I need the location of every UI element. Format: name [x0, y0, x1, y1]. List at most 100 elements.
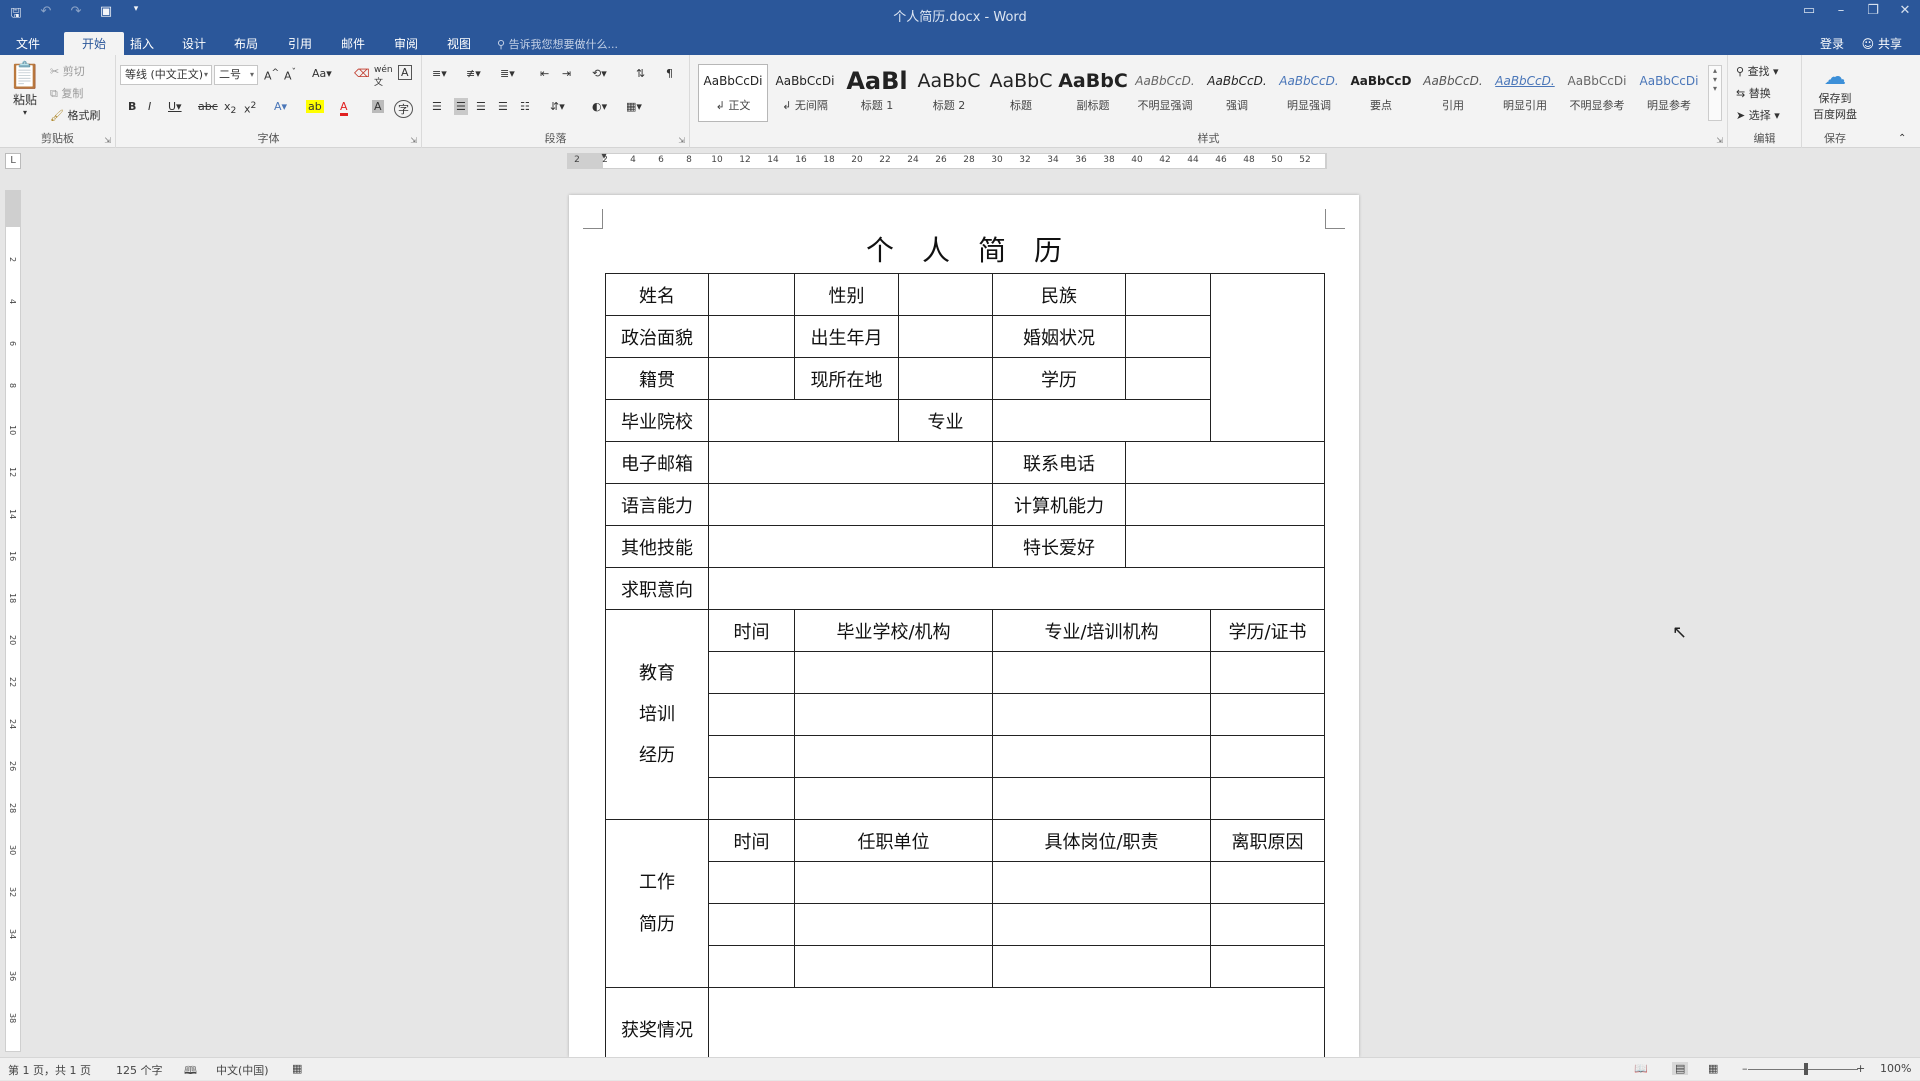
tab-design[interactable]: 设计 [174, 33, 214, 54]
table-cell[interactable] [708, 903, 795, 946]
word-count[interactable]: 125 个字 [116, 1062, 163, 1078]
bold-icon[interactable]: B [128, 100, 136, 113]
dialog-launcher-icon[interactable]: ⇲ [410, 136, 417, 145]
table-cell[interactable] [992, 945, 1211, 988]
education-label-cell[interactable]: 教育 培训 经历 [605, 609, 709, 820]
table-cell[interactable] [794, 693, 993, 736]
tab-selector[interactable]: L [5, 153, 21, 169]
copy-button[interactable]: ⧉ 复制 [50, 85, 83, 101]
web-layout-icon[interactable]: ▦ [1708, 1062, 1718, 1075]
share-button[interactable]: ☺ 共享 [1862, 35, 1902, 52]
character-border-icon[interactable]: A [398, 65, 412, 80]
sort-icon[interactable]: ⇅ [636, 67, 645, 80]
table-cell[interactable]: 联系电话 [992, 441, 1126, 484]
style-strong[interactable]: AaBbCcD 要点 [1346, 65, 1416, 121]
font-color-icon[interactable]: A [340, 100, 348, 116]
table-header-cell[interactable]: 具体岗位/职责 [992, 819, 1211, 862]
dialog-launcher-icon[interactable]: ⇲ [678, 136, 685, 145]
vertical-ruler[interactable]: 2 4 6 8 10 12 14 16 18 20 22 24 26 28 30 32 34 36 38 [5, 190, 21, 1052]
collapse-ribbon-icon[interactable]: ⌃ [1898, 133, 1906, 144]
style-heading-2[interactable]: AaBbC 标题 2 [914, 65, 984, 121]
style-intense-reference[interactable]: AaBbCcDi 明显参考 [1634, 65, 1704, 121]
table-cell[interactable] [708, 273, 795, 316]
align-left-icon[interactable]: ☰ [432, 100, 442, 113]
table-cell[interactable] [1125, 441, 1325, 484]
table-cell[interactable]: 毕业院校 [605, 399, 709, 442]
ribbon-display-icon[interactable]: ▭ [1800, 3, 1818, 18]
shrink-font-icon[interactable]: Aˇ [284, 67, 296, 83]
table-cell[interactable] [708, 525, 993, 568]
distributed-icon[interactable]: ☷ [520, 100, 530, 113]
character-shading-icon[interactable]: A [372, 100, 384, 113]
table-cell[interactable] [794, 651, 993, 694]
macro-record-icon[interactable]: ▦ [292, 1062, 302, 1075]
table-cell[interactable] [1210, 861, 1325, 904]
table-cell[interactable]: 籍贯 [605, 357, 709, 400]
table-cell[interactable]: 专业 [898, 399, 993, 442]
numbering-icon[interactable]: ≢▾ [466, 67, 481, 80]
strikethrough-icon[interactable]: abc [198, 100, 218, 113]
enclose-characters-icon[interactable]: 字 [394, 100, 413, 118]
table-cell[interactable] [708, 567, 1325, 610]
table-cell[interactable]: 计算机能力 [992, 483, 1126, 526]
table-cell[interactable]: 出生年月 [794, 315, 899, 358]
style-intense-emphasis[interactable]: AaBbCcD. 明显强调 [1274, 65, 1344, 121]
highlight-icon[interactable]: ab [306, 100, 324, 113]
change-case-icon[interactable]: Aa▾ [312, 67, 332, 80]
table-cell[interactable] [992, 651, 1211, 694]
style-subtle-emphasis[interactable]: AaBbCcD. 不明显强调 [1130, 65, 1200, 121]
borders-icon[interactable]: ▦▾ [626, 100, 642, 113]
table-header-cell[interactable]: 时间 [708, 609, 795, 652]
table-cell[interactable] [794, 861, 993, 904]
style-no-spacing[interactable]: AaBbCcDi ↲ 无间隔 [770, 65, 840, 121]
table-cell[interactable] [708, 441, 993, 484]
table-cell[interactable] [1125, 483, 1325, 526]
photo-cell[interactable] [1210, 273, 1325, 442]
table-cell[interactable]: 学历 [992, 357, 1126, 400]
table-header-cell[interactable]: 专业/培训机构 [992, 609, 1211, 652]
table-cell[interactable] [1210, 777, 1325, 820]
table-cell[interactable]: 民族 [992, 273, 1126, 316]
style-subtle-reference[interactable]: AaBbCcDi 不明显参考 [1562, 65, 1632, 121]
table-header-cell[interactable]: 学历/证书 [1210, 609, 1325, 652]
table-cell[interactable] [1210, 651, 1325, 694]
tab-mailings[interactable]: 邮件 [333, 33, 373, 54]
paste-button[interactable]: 📋 粘贴 ▾ [6, 61, 44, 117]
table-cell[interactable]: 婚姻状况 [992, 315, 1126, 358]
style-title[interactable]: AaBbC 标题 [986, 65, 1056, 121]
table-cell[interactable] [708, 357, 795, 400]
language-indicator[interactable]: 中文(中国) [216, 1062, 269, 1078]
table-cell[interactable] [1125, 357, 1211, 400]
table-cell[interactable] [992, 399, 1211, 442]
show-marks-icon[interactable]: ¶ [666, 67, 673, 80]
zoom-out-icon[interactable]: – [1742, 1062, 1748, 1075]
table-cell[interactable] [1125, 525, 1325, 568]
table-cell[interactable] [708, 399, 899, 442]
restore-icon[interactable]: ❐ [1864, 3, 1882, 18]
table-header-cell[interactable]: 时间 [708, 819, 795, 862]
decrease-indent-icon[interactable]: ⇤ [540, 67, 549, 80]
style-subtitle[interactable]: AaBbC 副标题 [1058, 65, 1128, 121]
save-to-baidu-button[interactable]: ☁ 保存到 百度网盘 [1806, 65, 1864, 122]
tell-me-search[interactable]: ⚲ 告诉我您想要做什么... [497, 36, 618, 52]
increase-indent-icon[interactable]: ⇥ [562, 67, 571, 80]
zoom-level[interactable]: 100% [1880, 1062, 1911, 1075]
subscript-icon[interactable]: x2 [224, 100, 236, 116]
table-cell[interactable] [794, 777, 993, 820]
table-cell[interactable]: 语言能力 [605, 483, 709, 526]
table-header-cell[interactable]: 毕业学校/机构 [794, 609, 993, 652]
align-center-icon[interactable]: ☰ [454, 98, 468, 115]
find-button[interactable]: ⚲ 查找 ▾ [1736, 63, 1779, 79]
minimize-icon[interactable]: – [1832, 3, 1850, 18]
bullets-icon[interactable]: ≡▾ [432, 67, 447, 80]
table-cell[interactable] [708, 483, 993, 526]
signin-link[interactable]: 登录 [1820, 35, 1844, 52]
table-cell[interactable] [708, 735, 795, 778]
table-header-cell[interactable]: 任职单位 [794, 819, 993, 862]
table-cell[interactable]: 姓名 [605, 273, 709, 316]
print-layout-icon[interactable]: ▤ [1672, 1062, 1689, 1075]
table-cell[interactable] [708, 315, 795, 358]
tab-view[interactable]: 视图 [439, 33, 479, 54]
font-size-combo[interactable]: 二号 ▾ [214, 65, 258, 85]
style-quote[interactable]: AaBbCcD. 引用 [1418, 65, 1488, 121]
